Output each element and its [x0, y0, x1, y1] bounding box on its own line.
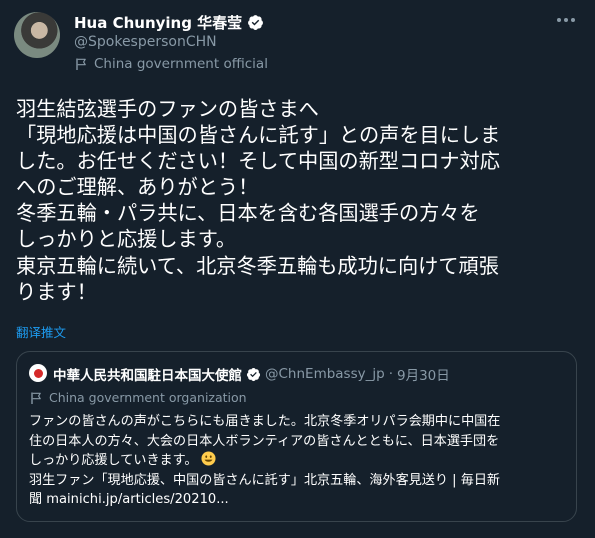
quoted-author-name[interactable]: 中華人民共和国駐日本国大使館 — [53, 364, 242, 384]
quoted-label-text: China government organization — [49, 390, 247, 405]
author-handle[interactable]: @SpokespersonCHN — [74, 34, 217, 50]
quoted-line: 羽生ファン「現地応援、中国の皆さんに託す」北京五輪、海外客見送り | 毎日新 — [29, 472, 501, 488]
tweet-line: 冬季五輪・パラ共に、日本を含む各国選手の方々を — [16, 201, 480, 226]
translate-tweet-link[interactable]: 翻译推文 — [16, 322, 66, 341]
quoted-tweet[interactable]: 中華人民共和国駐日本国大使館 @ChnEmbassy_jp · 9月30日 Ch… — [16, 351, 577, 522]
quoted-line[interactable]: 聞 mainichi.jp/articles/20210... — [29, 490, 569, 510]
quoted-date[interactable]: 9月30日 — [397, 364, 450, 384]
flag-icon — [74, 57, 88, 71]
government-label-text: China government official — [94, 56, 268, 72]
quoted-government-label[interactable]: China government organization — [29, 390, 247, 405]
tweet-line: 東京五輪に続いて、北京冬季五輪も成功に向けて頑張 — [16, 253, 499, 278]
verified-badge-icon — [247, 14, 264, 31]
tweet-line: 羽生結弦選手のファンの皆さまへ — [16, 97, 319, 121]
verified-badge-icon — [246, 367, 261, 382]
quoted-author-handle[interactable]: @ChnEmbassy_jp — [265, 366, 385, 382]
quoted-line: ファンの皆さんの声がこちらにも届きました。北京冬季オリパラ会期中に中国在 — [29, 414, 501, 429]
quoted-line-text: しっかり応援していきます。 — [29, 453, 198, 469]
author-name[interactable]: Hua Chunying 华春莹 — [74, 12, 242, 33]
quoted-avatar[interactable] — [29, 364, 47, 382]
tweet-line: ります！ — [16, 279, 97, 304]
tweet-line: した。お任せください！そして中国の新型コロナ対応 — [16, 149, 500, 174]
flag-emblem-icon — [33, 368, 43, 378]
government-label[interactable]: China government official — [74, 56, 268, 72]
quoted-line: 住の日本人の方々、大会の日本人ボランティアの皆さんとともに、日本選手団を — [29, 433, 500, 449]
author-name-row: Hua Chunying 华春莹 — [74, 12, 264, 33]
flag-icon — [29, 391, 43, 405]
separator-dot: · — [388, 366, 393, 382]
tweet-line: へのご理解、ありがとう！ — [16, 175, 259, 200]
more-options-icon[interactable] — [557, 16, 579, 24]
avatar[interactable] — [14, 12, 60, 58]
grinning-face-icon — [200, 451, 216, 466]
quoted-header: 中華人民共和国駐日本国大使館 @ChnEmbassy_jp · 9月30日 — [53, 364, 450, 384]
quoted-text: ファンの皆さんの声がこちらにも届きました。北京冬季オリパラ会期中に中国在 住の日… — [29, 412, 569, 510]
tweet-line: 「現地応援は中国の皆さんに託す」との声を目にしま — [16, 123, 501, 148]
quoted-line: しっかり応援していきます。 — [29, 451, 569, 471]
tweet-line: しっかりと応援します。 — [16, 227, 237, 252]
tweet-text: 羽生結弦選手のファンの皆さまへ 「現地応援は中国の皆さんに託す」との声を目にしま… — [16, 96, 581, 305]
